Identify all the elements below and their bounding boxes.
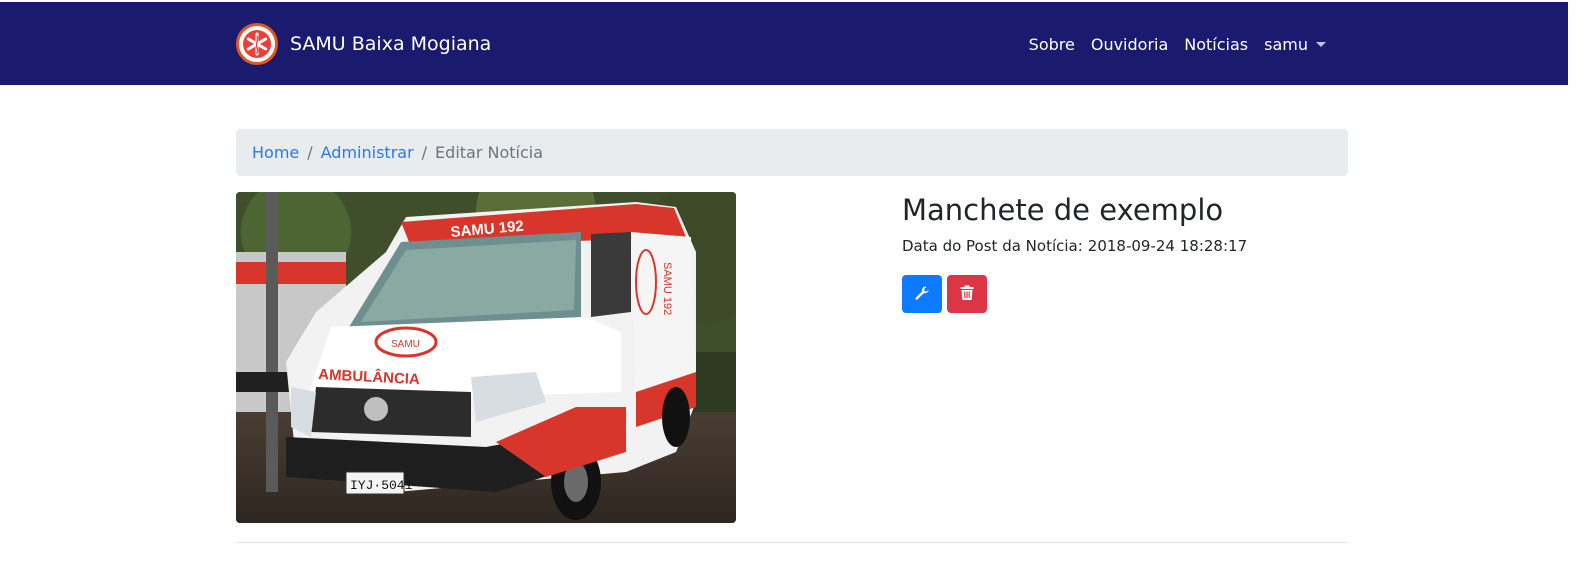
- svg-text:SAMU 192: SAMU 192: [661, 262, 673, 315]
- delete-news-button[interactable]: [947, 275, 987, 313]
- brand-name: SAMU Baixa Mogiana: [290, 33, 492, 55]
- nav-link-sobre[interactable]: Sobre: [1029, 35, 1075, 54]
- breadcrumb-separator: /: [307, 143, 313, 162]
- edit-news-button[interactable]: [902, 275, 942, 313]
- content-divider: [236, 542, 1348, 543]
- caret-down-icon: [1316, 42, 1326, 47]
- post-date-value: 2018-09-24 18:28:17: [1087, 237, 1248, 255]
- brand-link[interactable]: SAMU Baixa Mogiana: [236, 22, 491, 66]
- post-date: Data do Post da Notícia: 2018-09-24 18:28…: [902, 237, 1247, 255]
- main-nav: Sobre Ouvidoria Notícias samu: [1013, 35, 1326, 54]
- breadcrumb-current: Editar Notícia: [435, 143, 544, 162]
- user-menu-dropdown[interactable]: samu: [1264, 35, 1326, 54]
- svg-text:IYJ·5041: IYJ·5041: [350, 478, 413, 493]
- svg-text:SAMU: SAMU: [391, 339, 420, 350]
- breadcrumb-separator: /: [421, 143, 428, 162]
- breadcrumb: Home / Administrar / Editar Notícia: [236, 129, 1348, 176]
- breadcrumb-administrar[interactable]: Administrar: [321, 143, 414, 162]
- nav-link-ouvidoria[interactable]: Ouvidoria: [1091, 35, 1168, 54]
- top-navbar: SAMU Baixa Mogiana Sobre Ouvidoria Notíc…: [0, 2, 1568, 85]
- news-headline: Manchete de exemplo: [902, 193, 1224, 227]
- samu-logo-icon: [236, 23, 278, 65]
- trash-icon: [960, 285, 974, 304]
- post-date-label: Data do Post da Notícia:: [902, 237, 1083, 255]
- nav-link-noticias[interactable]: Notícias: [1184, 35, 1248, 54]
- news-photo: SAMU 192 SAMU 192 SAMU AMBULÂNCIA IYJ·50…: [236, 192, 736, 523]
- wrench-icon: [914, 285, 930, 304]
- user-menu-label: samu: [1264, 35, 1308, 54]
- breadcrumb-home[interactable]: Home: [252, 143, 299, 162]
